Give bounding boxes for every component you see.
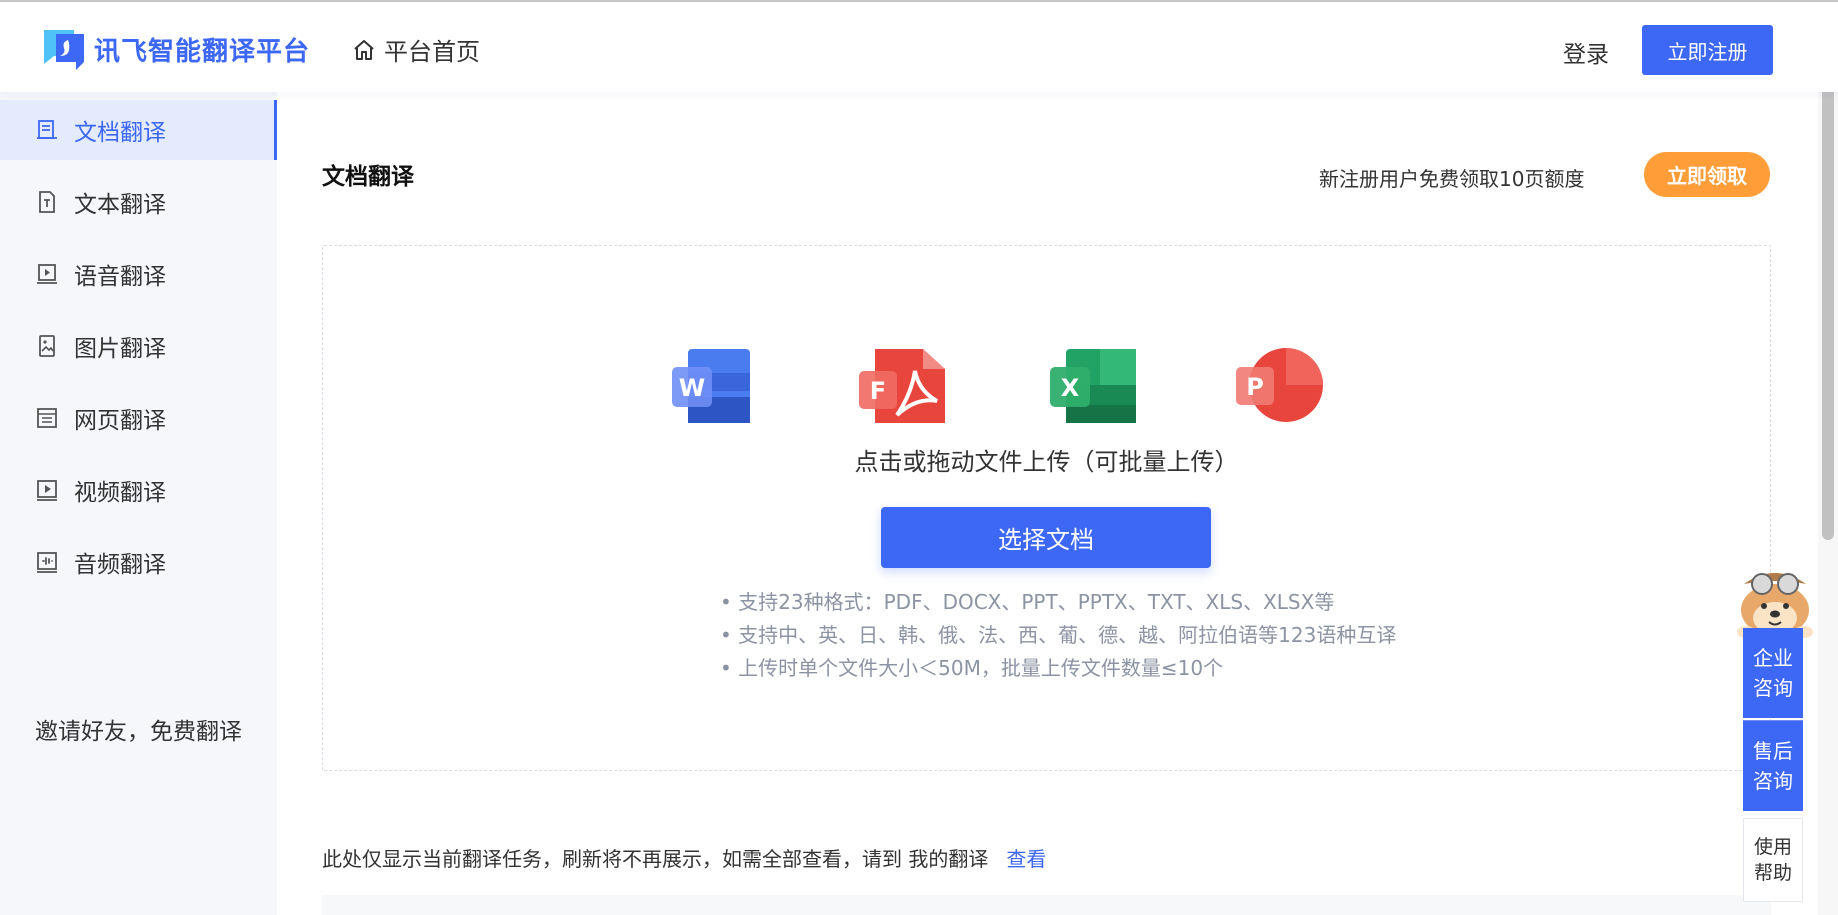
sidebar-item-text[interactable]: 文本翻译	[0, 172, 277, 232]
sidebar-item-label: 网页翻译	[74, 408, 166, 434]
svg-text:X: X	[1061, 374, 1080, 402]
format-info-item: • 支持中、英、日、韩、俄、法、西、葡、德、越、阿拉伯语等123语种互译	[720, 623, 1397, 647]
view-translations-link[interactable]: 查看	[1006, 847, 1046, 871]
webpage-icon	[34, 405, 60, 431]
svg-text:F: F	[870, 377, 886, 405]
sidebar-item-document[interactable]: 文档翻译	[0, 100, 277, 160]
mascot-icon[interactable]	[1732, 562, 1818, 638]
sidebar-item-label: 文本翻译	[74, 192, 166, 218]
text-icon	[34, 189, 60, 215]
sidebar-item-voice[interactable]: 语音翻译	[0, 244, 277, 304]
invite-friends-link[interactable]: 邀请好友，免费翻译	[35, 712, 242, 746]
sidebar: 文档翻译 文本翻译 语音翻译 图片翻译 网页翻译 视频翻译 音频翻译 邀请好友，…	[0, 92, 277, 915]
scrollbar-thumb[interactable]	[1822, 28, 1834, 540]
login-link[interactable]: 登录	[1563, 35, 1609, 69]
document-icon	[34, 117, 60, 143]
pdf-icon: F	[857, 347, 949, 423]
video-icon	[34, 477, 60, 503]
powerpoint-icon: P	[1234, 347, 1326, 423]
logo[interactable]: 讯飞智能翻译平台	[40, 26, 310, 72]
sidebar-item-label: 音频翻译	[74, 552, 166, 578]
sidebar-item-label: 图片翻译	[74, 336, 166, 362]
format-info-item: • 支持23种格式：PDF、DOCX、PPT、PPTX、TXT、XLS、XLSX…	[720, 590, 1335, 614]
task-notice: 此处仅显示当前翻译任务，刷新将不再展示，如需全部查看，请到 我的翻译 查看	[322, 843, 1046, 872]
upload-hint: 点击或拖动文件上传（可批量上传）	[854, 448, 1239, 476]
svg-text:P: P	[1246, 373, 1264, 401]
choose-document-button[interactable]: 选择文档	[881, 507, 1211, 568]
home-link[interactable]: 平台首页	[352, 32, 480, 67]
sidebar-item-label: 文档翻译	[74, 120, 166, 146]
aftersales-consult-button[interactable]: 售后 咨询	[1743, 720, 1803, 811]
logo-mark-icon	[40, 26, 88, 72]
help-label: 使用 帮助	[1753, 836, 1792, 884]
header: 讯飞智能翻译平台 平台首页 登录 立即注册	[0, 2, 1838, 92]
sidebar-item-webpage[interactable]: 网页翻译	[0, 388, 277, 448]
enterprise-consult-label: 企业 咨询	[1753, 646, 1793, 700]
sidebar-item-image[interactable]: 图片翻译	[0, 316, 277, 376]
svg-text:W: W	[679, 374, 705, 402]
voice-icon	[34, 261, 60, 287]
page-title: 文档翻译	[322, 164, 414, 190]
task-list-area	[322, 895, 1771, 915]
sidebar-item-video[interactable]: 视频翻译	[0, 460, 277, 520]
promo-text: 新注册用户免费领取10页额度	[1319, 167, 1585, 191]
format-info-item: • 上传时单个文件大小＜50M，批量上传文件数量≤10个	[720, 656, 1224, 680]
task-notice-text: 此处仅显示当前翻译任务，刷新将不再展示，如需全部查看，请到 我的翻译	[322, 847, 989, 871]
sidebar-item-label: 视频翻译	[74, 480, 166, 506]
excel-icon: X	[1048, 347, 1140, 423]
home-link-label: 平台首页	[384, 38, 480, 66]
image-icon	[34, 333, 60, 359]
sidebar-item-label: 语音翻译	[74, 264, 166, 290]
format-info: • 支持23种格式：PDF、DOCX、PPT、PPTX、TXT、XLS、XLSX…	[720, 586, 1396, 685]
claim-quota-button[interactable]: 立即领取	[1644, 152, 1770, 197]
register-button[interactable]: 立即注册	[1642, 25, 1773, 75]
audio-icon	[34, 549, 60, 575]
help-button[interactable]: 使用 帮助	[1743, 818, 1803, 902]
enterprise-consult-button[interactable]: 企业 咨询	[1743, 628, 1803, 718]
home-icon	[354, 39, 374, 60]
aftersales-consult-label: 售后 咨询	[1753, 739, 1793, 793]
logo-text: 讯飞智能翻译平台	[94, 36, 311, 67]
word-icon: W	[670, 347, 762, 423]
sidebar-item-audio[interactable]: 音频翻译	[0, 532, 277, 592]
